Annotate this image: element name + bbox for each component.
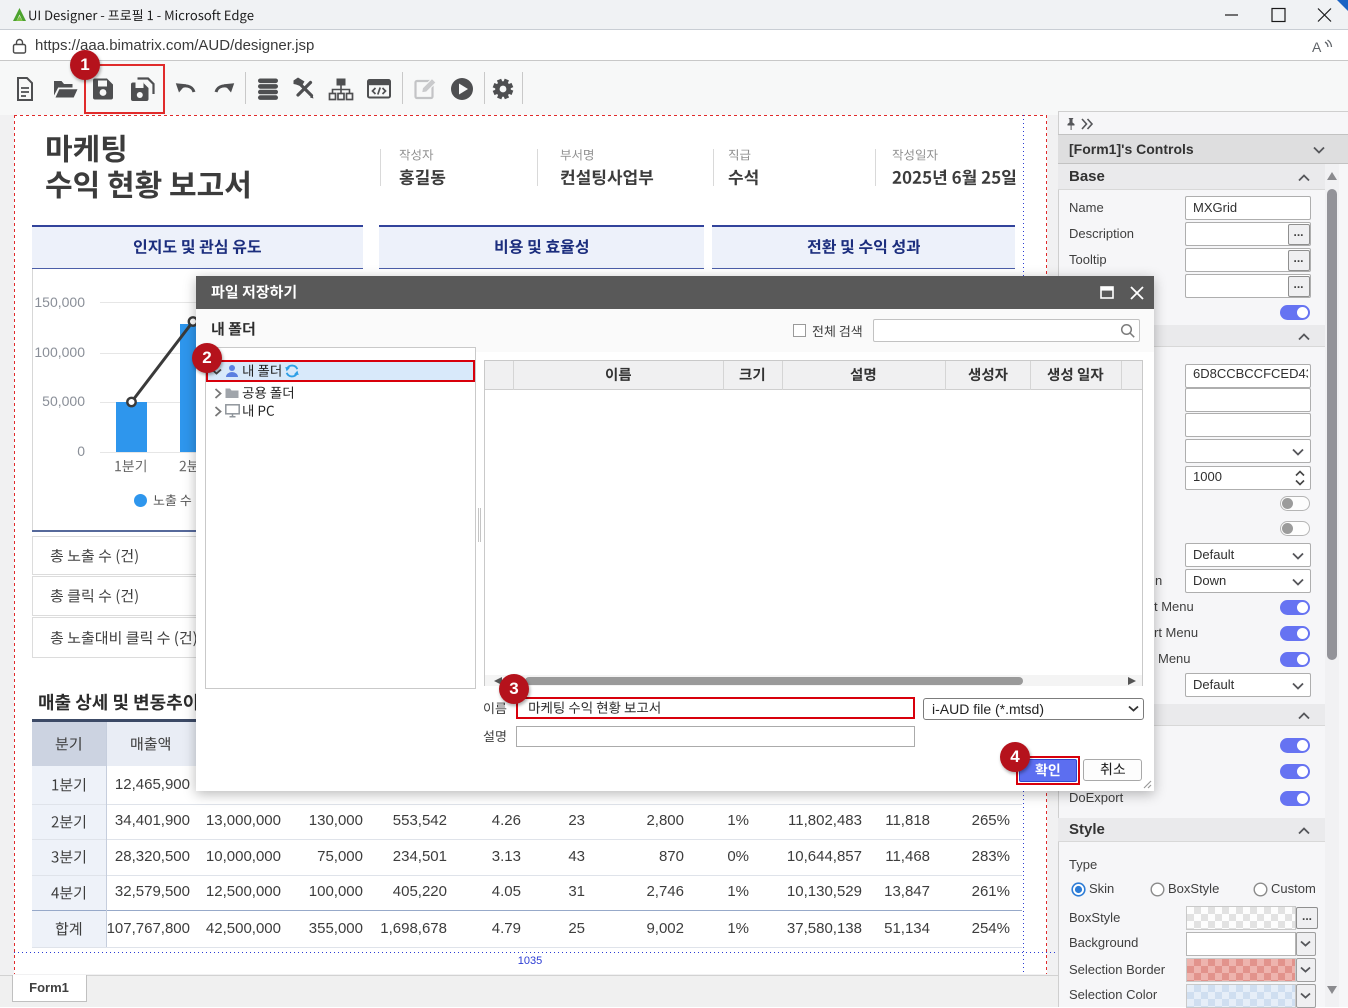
svg-text:A: A (1312, 39, 1322, 55)
